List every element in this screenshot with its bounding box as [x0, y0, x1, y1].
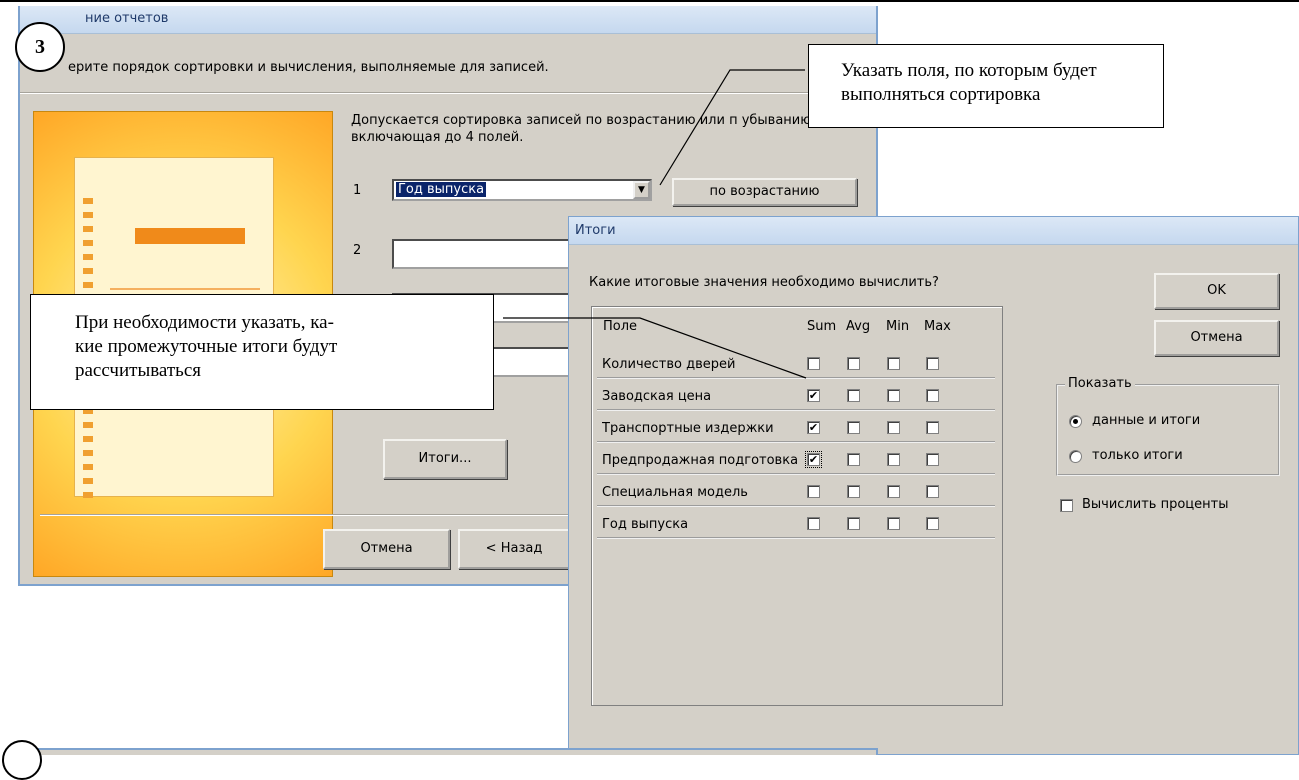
step-number-badge: 3 [15, 22, 65, 72]
sheet-rule [110, 288, 260, 290]
table-row: Количество дверей [597, 348, 995, 379]
min-checkbox[interactable] [887, 485, 900, 498]
sort-hint-text: Указать поля, по которым будет выполнять… [841, 60, 1097, 105]
chevron-down-icon[interactable]: ▼ [633, 181, 650, 199]
percent-checkbox[interactable] [1060, 499, 1073, 512]
max-checkbox[interactable] [926, 357, 939, 370]
field-name: Предпродажная подготовка [602, 453, 799, 468]
max-checkbox[interactable] [926, 389, 939, 402]
table-row: Предпродажная подготовка ✔ [597, 444, 995, 475]
avg-checkbox[interactable] [847, 389, 860, 402]
min-checkbox[interactable] [887, 453, 900, 466]
sum-checkbox[interactable]: ✔ [807, 421, 820, 434]
field-name: Транспортные издержки [602, 421, 774, 436]
wizard-separator-top [20, 92, 876, 94]
header-min: Min [886, 319, 910, 334]
table-row: Специальная модель [597, 476, 995, 507]
sort-hint-callout: Указать поля, по которым будет выполнять… [808, 44, 1164, 128]
avg-checkbox[interactable] [847, 421, 860, 434]
avg-checkbox[interactable] [847, 357, 860, 370]
max-checkbox[interactable] [926, 421, 939, 434]
sheet-header-bar [135, 228, 245, 244]
header-sum: Sum [807, 319, 837, 334]
wizard-description: Допускается сортировка записей по возрас… [351, 113, 816, 145]
avg-checkbox[interactable] [847, 453, 860, 466]
wizard-title: ние отчетов [85, 11, 169, 26]
totals-hint-line-2: кие промежуточные итоги будут [75, 336, 338, 357]
sort-field-2-combo[interactable] [392, 239, 592, 269]
sum-checkbox[interactable]: ✔ [807, 389, 820, 402]
field-name: Количество дверей [602, 357, 736, 372]
min-checkbox[interactable] [887, 357, 900, 370]
avg-checkbox[interactable] [847, 517, 860, 530]
ok-button[interactable]: OK [1154, 273, 1279, 309]
totals-hint-line-1: При необходимости указать, ка- [75, 312, 334, 333]
header-field: Поле [603, 319, 638, 334]
totals-title-bar[interactable]: Итоги [569, 217, 1298, 245]
max-checkbox[interactable] [926, 485, 939, 498]
sort-order-1-button[interactable]: по возрастанию [672, 178, 857, 206]
next-wizard-dialog [18, 748, 878, 755]
radio-totals-only[interactable] [1069, 450, 1082, 463]
top-border-line [0, 0, 1299, 2]
max-checkbox[interactable] [926, 453, 939, 466]
sort-row-2-number: 2 [353, 243, 362, 258]
sum-checkbox[interactable] [807, 485, 820, 498]
totals-cancel-button[interactable]: Отмена [1154, 320, 1279, 356]
table-row: Заводская цена ✔ [597, 380, 995, 411]
table-row: Год выпуска [597, 508, 995, 539]
option-totals-only-label[interactable]: только итоги [1092, 448, 1183, 463]
wizard-back-button[interactable]: < Назад [458, 529, 570, 569]
sort-field-1-combo[interactable]: Год выпуска ▼ [392, 179, 652, 201]
field-name: Год выпуска [602, 517, 689, 532]
totals-hint-callout: При необходимости указать, ка- кие проме… [30, 294, 494, 410]
next-step-badge [2, 740, 42, 780]
sum-checkbox[interactable] [807, 517, 820, 530]
header-avg: Avg [846, 319, 871, 334]
min-checkbox[interactable] [887, 389, 900, 402]
field-name: Заводская цена [602, 389, 712, 404]
field-name: Специальная модель [602, 485, 748, 500]
max-checkbox[interactable] [926, 517, 939, 530]
sum-checkbox[interactable]: ✔ [805, 451, 822, 468]
totals-hint-line-3: рассчитываться [75, 360, 202, 381]
radio-data-and-totals[interactable] [1069, 415, 1082, 428]
totals-button[interactable]: Итоги... [383, 439, 507, 479]
sort-field-1-value: Год выпуска [396, 182, 487, 197]
show-group-label: Показать [1065, 376, 1135, 391]
sum-checkbox[interactable] [807, 357, 820, 370]
min-checkbox[interactable] [887, 517, 900, 530]
wizard-title-bar[interactable]: ние отчетов [20, 6, 876, 34]
totals-dialog: Итоги Какие итоговые значения необходимо… [568, 216, 1299, 755]
totals-question: Какие итоговые значения необходимо вычис… [589, 275, 939, 290]
table-row: Транспортные издержки ✔ [597, 412, 995, 443]
avg-checkbox[interactable] [847, 485, 860, 498]
option-data-and-totals-label[interactable]: данные и итоги [1092, 413, 1200, 428]
sort-row-1-number: 1 [353, 183, 362, 198]
header-max: Max [924, 319, 951, 334]
wizard-cancel-button[interactable]: Отмена [323, 529, 450, 569]
percent-label[interactable]: Вычислить проценты [1082, 497, 1228, 512]
totals-title: Итоги [575, 223, 616, 238]
min-checkbox[interactable] [887, 421, 900, 434]
wizard-instruction: ерите порядок сортировки и вычисления, в… [68, 60, 549, 75]
